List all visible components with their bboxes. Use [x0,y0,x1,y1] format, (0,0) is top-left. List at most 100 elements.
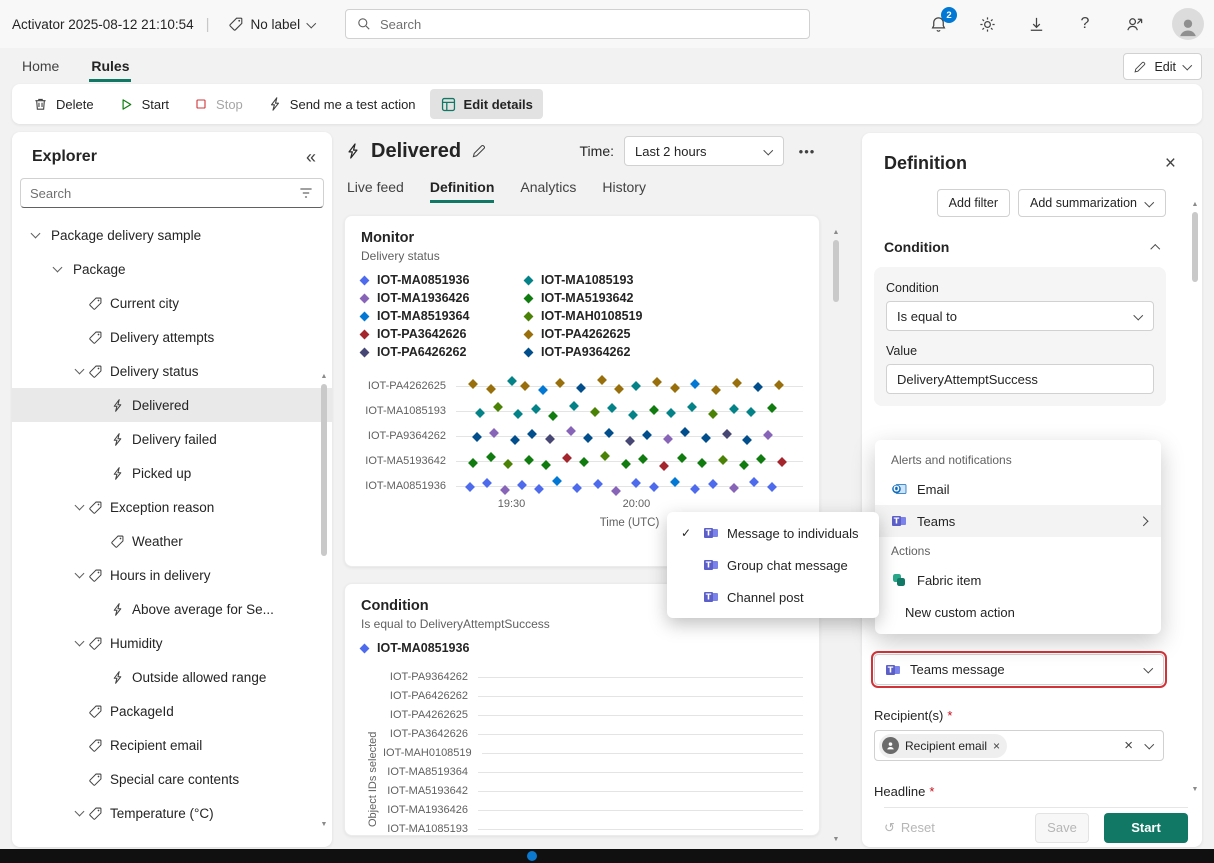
scroll-up-icon[interactable]: ▲ [321,372,328,382]
tab-home[interactable]: Home [20,52,61,82]
legend-marker-icon [359,643,370,653]
chevron-down-icon[interactable] [72,499,88,515]
tab-live-feed[interactable]: Live feed [347,179,404,203]
tree-item[interactable]: Temperature (°C) [12,796,332,830]
delete-button[interactable]: Delete [22,89,104,119]
tree-item[interactable]: Delivery status [12,354,332,388]
action-type-select[interactable]: T Teams message [871,651,1167,688]
lightning-icon [110,432,125,447]
remove-chip-icon[interactable]: × [993,739,1000,753]
test-action-button[interactable]: Send me a test action [257,89,426,119]
tree-item[interactable]: Recipient email [12,728,332,762]
scroll-down-icon[interactable]: ▼ [833,835,840,845]
account-avatar[interactable] [1172,8,1204,40]
scroll-up-icon[interactable]: ▲ [1192,200,1199,210]
tree-item[interactable]: Exception reason [12,490,332,524]
explorer-search[interactable] [20,178,324,208]
stop-button[interactable]: Stop [183,89,253,119]
tree-item[interactable]: Weather [12,524,332,558]
menu-item-email[interactable]: O Email [875,473,1161,505]
tree-item[interactable]: Delivered [12,388,332,422]
rename-pencil-icon[interactable] [471,143,487,159]
app-title: Activator 2025-08-12 21:10:54 [12,16,194,32]
chevron-down-icon[interactable] [1145,741,1154,750]
menu-item-teams[interactable]: T Teams [875,505,1161,537]
global-search[interactable] [345,9,810,39]
menu-item-fabric[interactable]: Fabric item [875,564,1161,596]
scroll-up-icon[interactable]: ▲ [833,228,840,238]
explorer-search-input[interactable] [30,185,290,201]
data-point-icon [752,381,763,392]
recipients-combobox[interactable]: Recipient email × × [874,730,1164,761]
sensitivity-label-button[interactable]: No label [222,12,323,36]
condition-section-header[interactable]: Condition [862,217,1202,255]
scroll-down-icon[interactable]: ▼ [1192,785,1199,795]
explorer-scrollbar[interactable]: ▲ ▼ [319,372,329,830]
global-search-input[interactable] [380,16,799,32]
chevron-down-icon[interactable] [50,261,66,277]
context-menu-item[interactable]: ✓ T Message to individuals [667,517,879,549]
tag-icon [88,330,103,345]
settings-button[interactable] [976,13,998,35]
condition-operator-select[interactable]: Is equal to [886,301,1154,331]
start-rule-button[interactable]: Start [1104,812,1188,843]
tree-item[interactable]: Above average for Se... [12,592,332,626]
tree-item[interactable]: Outside allowed range [12,660,332,694]
scroll-down-icon[interactable]: ▼ [321,820,328,830]
close-icon[interactable]: × [1165,154,1176,173]
value-field-label: Value [886,344,918,358]
legend-label: IOT-PA6426262 [377,345,467,359]
value-input[interactable]: DeliveryAttemptSuccess [886,364,1154,394]
taskbar-app-icon[interactable] [527,851,537,861]
notifications-button[interactable]: 2 [927,7,957,35]
tree-item[interactable]: Current city [12,286,332,320]
recipient-chip[interactable]: Recipient email × [879,733,1008,758]
menu-item-custom-action[interactable]: New custom action [875,596,1161,628]
help-button[interactable]: ? [1074,13,1096,35]
save-button[interactable]: Save [1035,812,1089,843]
more-options-button[interactable]: ••• [794,138,820,164]
chevron-down-icon[interactable] [72,635,88,651]
tree-item[interactable]: PackageId [12,694,332,728]
chevron-down-icon[interactable] [28,227,44,243]
clear-icon[interactable]: × [1124,738,1133,753]
tree-item[interactable]: Delivery attempts [12,320,332,354]
chevron-down-icon[interactable] [72,567,88,583]
start-button[interactable]: Start [108,89,179,119]
edit-mode-label: Edit [1154,59,1176,74]
add-filter-button[interactable]: Add filter [936,189,1010,217]
context-menu-item[interactable]: T Channel post [667,581,879,613]
data-point-icon [756,453,767,464]
tag-icon [88,704,103,719]
download-button[interactable] [1025,13,1047,35]
chevron-down-icon[interactable] [72,805,88,821]
tree-item[interactable]: Special care contents [12,762,332,796]
panel-scrollbar[interactable]: ▲ ▼ [1190,200,1200,795]
collapse-pane-icon[interactable]: « [306,148,316,166]
tree-item[interactable]: Delivery failed [12,422,332,456]
chevron-down-icon[interactable] [72,363,88,379]
tag-icon [88,364,103,379]
add-summarization-button[interactable]: Add summarization [1018,189,1166,217]
share-button[interactable] [1123,13,1145,35]
scrollbar-thumb[interactable] [833,240,839,302]
edit-mode-button[interactable]: Edit [1123,53,1202,80]
tab-history[interactable]: History [602,179,646,203]
edit-details-button[interactable]: Edit details [429,89,543,119]
data-point-icon [745,406,756,417]
context-menu-item[interactable]: T Group chat message [667,549,879,581]
tab-analytics[interactable]: Analytics [520,179,576,203]
time-range-select[interactable]: Last 2 hours [624,136,784,166]
tab-rules[interactable]: Rules [89,52,132,82]
tree-item[interactable]: Humidity [12,626,332,660]
scrollbar-thumb[interactable] [321,384,327,556]
scrollbar-thumb[interactable] [1192,212,1198,282]
tree-item[interactable]: Package delivery sample [12,218,332,252]
tree-item[interactable]: Hours in delivery [12,558,332,592]
tree-item[interactable]: Package [12,252,332,286]
filter-icon[interactable] [298,185,314,201]
data-point-icon [468,378,479,389]
tab-definition[interactable]: Definition [429,179,495,203]
tree-item[interactable]: Picked up [12,456,332,490]
reset-button[interactable]: ↺ Reset [884,820,935,836]
